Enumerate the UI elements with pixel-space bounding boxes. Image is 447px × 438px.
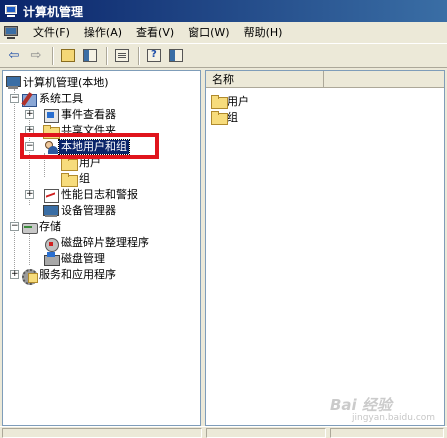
folder-up-icon (61, 49, 75, 62)
tree-item-groups[interactable]: 组 (61, 171, 92, 187)
window-title: 计算机管理 (23, 4, 84, 19)
console-icon[interactable] (4, 25, 20, 40)
tree-line (29, 233, 30, 265)
help-icon (147, 49, 161, 62)
collapse-toggle[interactable]: − (10, 222, 19, 231)
tree-label: 服务和应用程序 (39, 268, 116, 281)
details-pane[interactable]: 名称 用户 组 (205, 70, 445, 426)
menu-action[interactable]: 操作(A) (77, 22, 129, 44)
properties-icon (169, 49, 183, 62)
folder-icon (61, 172, 78, 187)
status-cell (2, 428, 202, 438)
tree-line (14, 89, 15, 279)
list-item-label: 用户 (227, 95, 249, 108)
toolbar-separator (52, 46, 54, 65)
collapse-toggle[interactable]: − (10, 94, 19, 103)
computer-management-window: 计算机管理 文件(F) 操作(A) 查看(V) 窗口(W) 帮助(H) ⇦ ⇨ … (0, 0, 447, 438)
show-hide-tree-button[interactable] (80, 46, 100, 66)
tree-label: 性能日志和警报 (61, 188, 138, 201)
list-item[interactable]: 用户 (211, 93, 249, 109)
menu-window[interactable]: 窗口(W) (181, 22, 236, 44)
column-header-name[interactable]: 名称 (206, 71, 324, 88)
title-bar[interactable]: 计算机管理 (0, 0, 447, 22)
tree-label: 磁盘管理 (61, 252, 105, 265)
status-cell (330, 428, 444, 438)
tree-item-root[interactable]: 计算机管理(本地) (5, 75, 111, 91)
menu-bar: 文件(F) 操作(A) 查看(V) 窗口(W) 帮助(H) (0, 22, 447, 44)
menu-view[interactable]: 查看(V) (129, 22, 181, 44)
status-cell (206, 428, 326, 438)
tree-item-system-tools[interactable]: 系统工具 (21, 91, 85, 107)
tree-item-device-manager[interactable]: 设备管理器 (43, 203, 118, 219)
disk-management-icon (43, 252, 60, 266)
expand-toggle[interactable]: + (25, 110, 34, 119)
back-arrow-icon[interactable]: ⇦ (4, 46, 24, 66)
tree-label: 计算机管理(本地) (23, 76, 109, 89)
properties-button[interactable] (166, 46, 186, 66)
highlight-annotation (20, 133, 159, 159)
tree-label: 设备管理器 (61, 204, 116, 217)
tree-item-disk-management[interactable]: 磁盘管理 (43, 251, 107, 267)
storage-icon (21, 220, 38, 234)
folder-icon (211, 94, 228, 109)
device-manager-icon (43, 204, 59, 218)
computer-icon (5, 76, 21, 90)
watermark-url: jingyan.baidu.com (352, 413, 436, 423)
menu-file[interactable]: 文件(F) (26, 22, 77, 44)
export-list-button[interactable] (112, 46, 132, 66)
tree-item-storage[interactable]: 存储 (21, 219, 63, 235)
event-viewer-icon (43, 108, 59, 123)
expand-toggle[interactable]: + (25, 190, 34, 199)
up-one-level-button[interactable] (58, 46, 78, 66)
tree-label: 磁盘碎片整理程序 (61, 236, 149, 249)
list-header: 名称 (206, 71, 444, 88)
forward-arrow-icon[interactable]: ⇨ (26, 46, 46, 66)
export-list-icon (115, 49, 129, 62)
tree-label: 事件查看器 (61, 108, 116, 121)
console-tree[interactable]: 计算机管理(本地) − 系统工具 + 事件查看器 + 共享文件夹 − 本地用户和… (2, 70, 201, 426)
list-item[interactable]: 组 (211, 109, 238, 125)
menu-help[interactable]: 帮助(H) (237, 22, 290, 44)
tree-label: 系统工具 (39, 92, 83, 105)
tree-label: 组 (79, 172, 90, 185)
toolbar-separator (138, 46, 140, 65)
tree-item-perf-logs[interactable]: 性能日志和警报 (43, 187, 140, 203)
expand-toggle[interactable]: + (10, 270, 19, 279)
tree-item-defrag[interactable]: 磁盘碎片整理程序 (43, 235, 151, 252)
console-tree-icon (83, 49, 97, 62)
computer-management-icon (4, 4, 18, 18)
tree-item-services-apps[interactable]: 服务和应用程序 (21, 267, 118, 285)
tree-label: 存储 (39, 220, 61, 233)
folder-icon (211, 110, 228, 125)
system-tools-icon (21, 92, 37, 107)
baidu-watermark: Bai 经验 (330, 396, 392, 414)
toolbar: ⇦ ⇨ (0, 44, 447, 68)
help-button[interactable] (144, 46, 164, 66)
toolbar-separator (106, 46, 108, 65)
list-item-label: 组 (227, 111, 238, 124)
tree-item-event-viewer[interactable]: 事件查看器 (43, 107, 118, 123)
services-icon (21, 268, 38, 285)
performance-icon (43, 188, 59, 203)
status-bar (0, 426, 447, 438)
defrag-icon (43, 236, 59, 252)
